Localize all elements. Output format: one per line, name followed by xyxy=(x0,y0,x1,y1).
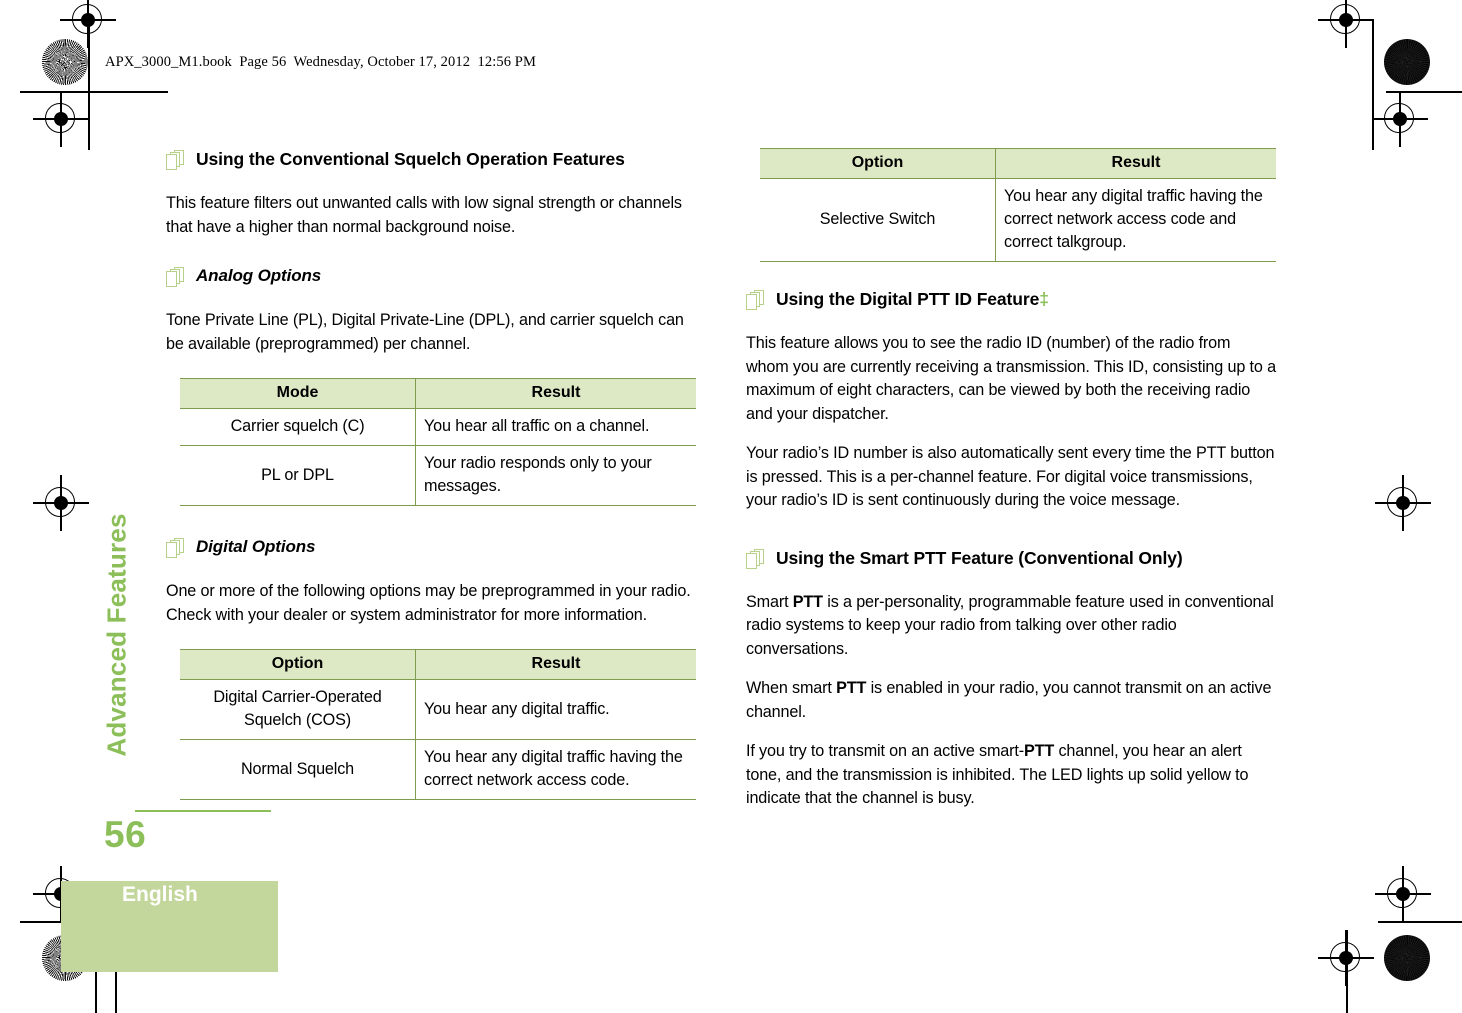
registration-rosette-bottom-right xyxy=(1384,935,1430,981)
table-cell-result: You hear any digital traffic having the … xyxy=(995,178,1276,262)
ptt-id-paragraph-2: Your radio’s ID number is also automatic… xyxy=(746,444,1275,509)
section-heading-smart-ptt-label: Using the Smart PTT Feature (Conventiona… xyxy=(776,547,1183,568)
text-run: Smart xyxy=(746,592,793,611)
page-number-rule xyxy=(135,810,271,812)
text-run: is a per-personality, programmable featu… xyxy=(746,592,1274,658)
table-cell-result: You hear all traffic on a channel. xyxy=(415,408,696,446)
table-header-cell: Result xyxy=(415,378,696,409)
smart-ptt-paragraph-1: Smart PTT is a per-personality, programm… xyxy=(746,591,1276,662)
trim-line-top-right-v xyxy=(1372,20,1374,150)
table-row: Digital Carrier-Operated Squelch (COS) Y… xyxy=(180,679,696,740)
table-cell-mode: PL or DPL xyxy=(261,465,334,484)
table-row: Selective Switch You hear any digital tr… xyxy=(760,178,1276,262)
table-row: PL or DPL Your radio responds only to yo… xyxy=(180,445,696,506)
registration-mark-mid-right xyxy=(1375,475,1431,531)
registration-rosette-top-right xyxy=(1384,39,1430,85)
trim-line-top-right-h xyxy=(1386,91,1462,93)
subsection-heading-digital-label: Digital Options xyxy=(196,537,316,556)
section-heading-ptt-id-label: Using the Digital PTT ID Feature‡ xyxy=(776,288,1049,311)
digital-paragraph: One or more of the following options may… xyxy=(166,582,691,624)
table-cell-option: Selective Switch xyxy=(819,210,936,228)
trim-line-bottom-right-h xyxy=(1378,921,1462,923)
section-heading-smart-ptt: Using the Smart PTT Feature (Conventiona… xyxy=(746,547,1276,571)
page-number: 56 xyxy=(104,814,147,855)
analog-paragraph: Tone Private Line (PL), Digital Private-… xyxy=(166,311,684,353)
text-run: When smart xyxy=(746,679,837,697)
document-page: APX_3000_M1.book Page 56 Wednesday, Octo… xyxy=(0,0,1462,1013)
ptt-id-paragraph-1: This feature allows you to see the radio… xyxy=(746,334,1276,423)
section-heading-squelch: Using the Conventional Squelch Operation… xyxy=(166,148,696,172)
file-stamp: APX_3000_M1.book Page 56 Wednesday, Octo… xyxy=(105,54,536,70)
chapter-side-tab-label: Advanced Features xyxy=(101,513,132,757)
table-header-row: Mode Result xyxy=(180,378,696,409)
trim-line-top-left-h xyxy=(20,91,168,93)
right-column: Option Result Selective Switch You hear … xyxy=(746,148,1276,811)
table-cell-result: You hear any digital traffic. xyxy=(415,679,696,740)
section-heading-squelch-label: Using the Conventional Squelch Operation… xyxy=(196,149,625,169)
smart-ptt-paragraph-3: If you try to transmit on an active smar… xyxy=(746,740,1276,811)
table-cell-option: Digital Carrier-Operated Squelch (COS) xyxy=(180,679,416,740)
text-run-bold: PTT xyxy=(836,679,867,697)
stacked-pages-icon xyxy=(166,267,196,289)
trim-line-top-left-v xyxy=(88,20,90,150)
stacked-pages-icon xyxy=(746,290,776,312)
digital-options-table: Option Result Digital Carrier-Operated S… xyxy=(180,649,696,800)
analog-options-table: Mode Result Carrier squelch (C) You hear… xyxy=(180,378,696,506)
double-dagger-mark: ‡ xyxy=(1039,289,1049,309)
table-header-cell: Mode xyxy=(180,378,416,409)
registration-mark-top-right-inner xyxy=(1372,91,1428,147)
ptt-id-heading-text: Using the Digital PTT ID Feature xyxy=(776,289,1040,309)
table-cell-option: Normal Squelch xyxy=(240,759,355,778)
table-cell-result: Your radio responds only to your message… xyxy=(415,445,696,506)
section-heading-ptt-id: Using the Digital PTT ID Feature‡ xyxy=(746,288,1276,312)
trim-line-bottom-right-v xyxy=(1346,930,1348,1013)
chapter-side-tab: Advanced Features xyxy=(97,470,137,800)
registration-mark-top-right xyxy=(1318,0,1374,48)
table-header-row: Option Result xyxy=(760,148,1276,179)
registration-mark-top-left-inner xyxy=(33,91,89,147)
stacked-pages-icon xyxy=(166,150,196,172)
registration-mark-mid-left xyxy=(33,475,89,531)
table-header-cell: Result xyxy=(415,649,696,680)
stacked-pages-icon xyxy=(746,548,776,571)
registration-mark-bottom-right-inner xyxy=(1375,866,1431,922)
subsection-heading-analog-label: Analog Options xyxy=(196,266,322,285)
text-run-bold: PTT xyxy=(792,592,823,611)
table-header-row: Option Result xyxy=(180,649,696,680)
subsection-heading-analog: Analog Options xyxy=(166,265,696,289)
text-run: If you try to transmit on an active smar… xyxy=(746,742,1024,760)
table-row: Carrier squelch (C) You hear all traffic… xyxy=(180,408,696,446)
language-label: English xyxy=(122,883,198,906)
table-header-cell: Option xyxy=(180,649,416,680)
table-cell-mode: Carrier squelch (C) xyxy=(180,408,416,446)
table-header-cell: Result xyxy=(995,148,1276,179)
subsection-heading-digital: Digital Options xyxy=(166,536,696,560)
digital-options-table-continued: Option Result Selective Switch You hear … xyxy=(760,148,1276,262)
table-header-cell: Option xyxy=(760,148,996,179)
table-row: Normal Squelch You hear any digital traf… xyxy=(180,739,696,800)
stacked-pages-icon xyxy=(166,538,196,560)
smart-ptt-paragraph-2: When smart PTT is enabled in your radio,… xyxy=(746,677,1276,724)
table-cell-result: You hear any digital traffic having the … xyxy=(415,739,696,800)
text-run-bold: PTT xyxy=(1023,742,1055,760)
squelch-intro-paragraph: This feature filters out unwanted calls … xyxy=(166,194,682,236)
left-column: Using the Conventional Squelch Operation… xyxy=(166,148,696,800)
